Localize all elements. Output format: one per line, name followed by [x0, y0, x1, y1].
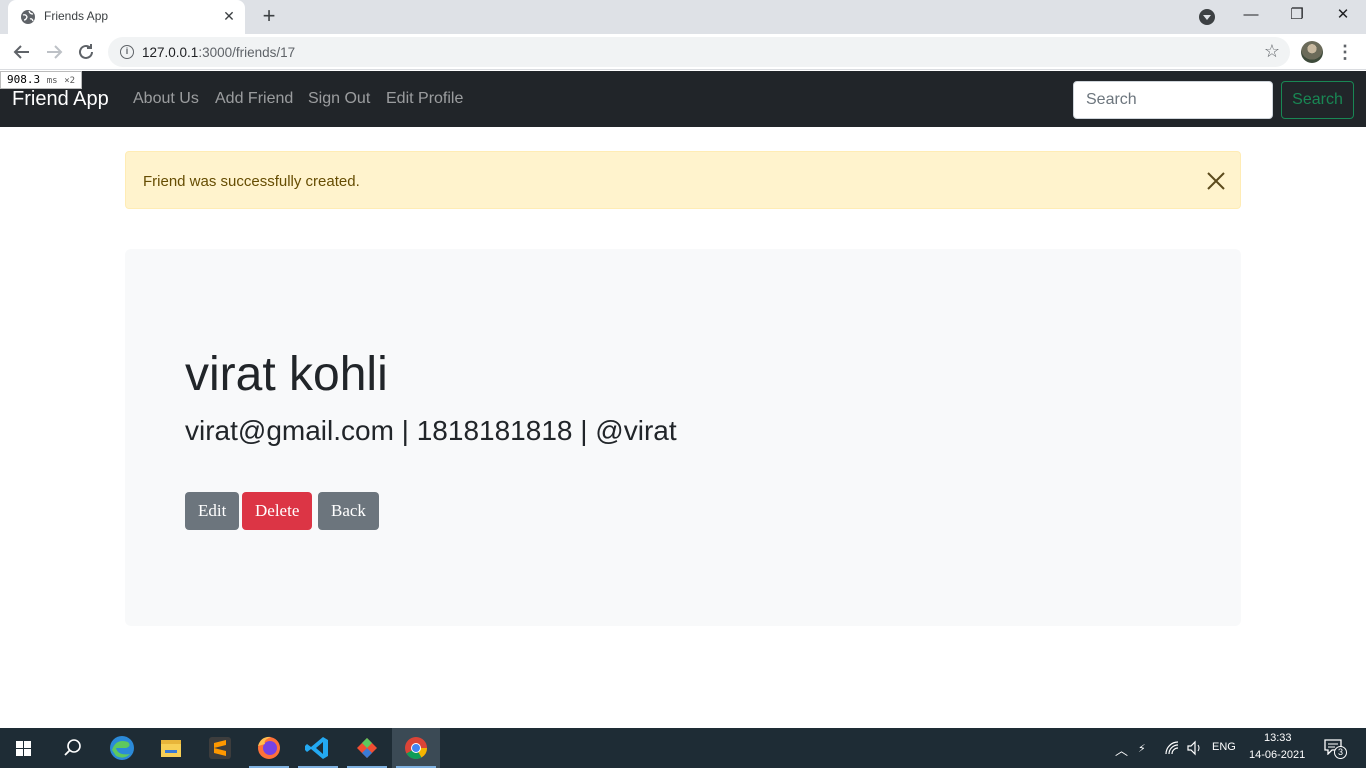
alert-message: Friend was successfully created.	[143, 173, 360, 190]
bookmark-star-icon[interactable]: ☆	[1264, 41, 1280, 62]
navbar-brand[interactable]: Friend App	[12, 88, 109, 111]
language-indicator[interactable]: ENG	[1212, 741, 1236, 753]
volume-icon[interactable]	[1186, 740, 1204, 756]
site-info-icon[interactable]: i	[120, 45, 134, 59]
friend-contact-details: virat@gmail.com | 1818181818 | @virat	[185, 415, 677, 446]
browser-menu-icon[interactable]: ⋮	[1336, 40, 1354, 64]
wifi-icon[interactable]	[1164, 740, 1180, 756]
forward-arrow-icon[interactable]	[42, 40, 66, 64]
nav-link-sign-out[interactable]: Sign Out	[308, 90, 370, 108]
firefox-icon[interactable]	[245, 728, 293, 768]
search-input[interactable]	[1073, 81, 1273, 119]
friend-name: virat kohli	[185, 348, 388, 401]
browser-toolbar: i 127.0.0.1:3000/friends/17 ☆ ⋮	[0, 34, 1366, 70]
vscode-icon[interactable]	[294, 728, 342, 768]
restore-button[interactable]: ❐	[1274, 0, 1320, 32]
friend-detail-card: virat kohli virat@gmail.com | 1818181818…	[125, 249, 1241, 626]
render-timing-badge: 908.3 ms ×2	[0, 71, 83, 89]
app-navbar: Friend App About Us Add Friend Sign Out …	[0, 71, 1366, 127]
svg-text:⚡: ⚡	[1138, 742, 1146, 755]
clock-date[interactable]: 14-06-2021	[1249, 749, 1305, 761]
close-icon[interactable]	[1206, 171, 1226, 191]
new-tab-button[interactable]: +	[258, 5, 280, 28]
profile-avatar[interactable]	[1301, 41, 1323, 63]
notifications-icon[interactable]: 3	[1324, 739, 1347, 759]
file-explorer-icon[interactable]	[147, 728, 195, 768]
chrome-icon[interactable]	[392, 728, 440, 768]
success-alert: Friend was successfully created.	[125, 151, 1241, 209]
search-icon[interactable]	[48, 728, 96, 768]
edit-button[interactable]: Edit	[185, 492, 240, 530]
back-button[interactable]: Back	[318, 492, 379, 530]
back-arrow-icon[interactable]	[10, 40, 34, 64]
tab-search-dropdown-icon[interactable]	[1199, 9, 1215, 25]
sublime-text-icon[interactable]	[196, 728, 244, 768]
tab-close-icon[interactable]: ✕	[221, 8, 237, 24]
input-method-icon[interactable]: ⚡	[1138, 740, 1156, 756]
windows-taskbar: ︿ ⚡ ENG 13:33 14-06-2021 3	[0, 728, 1366, 768]
globe-icon	[21, 10, 35, 24]
minimize-button[interactable]: —	[1228, 0, 1274, 32]
search-button[interactable]: Search	[1281, 81, 1354, 119]
tray-chevron-up-icon[interactable]: ︿	[1115, 740, 1128, 759]
git-gui-icon[interactable]	[343, 728, 391, 768]
url-text: 127.0.0.1:3000/friends/17	[142, 45, 296, 60]
clock-time[interactable]: 13:33	[1264, 732, 1292, 744]
tab-title: Friends App	[44, 9, 109, 23]
browser-tab[interactable]: Friends App ✕	[8, 0, 245, 34]
edge-browser-icon[interactable]	[98, 728, 146, 768]
notification-count-badge: 3	[1334, 746, 1347, 759]
close-window-button[interactable]: ✕	[1320, 0, 1366, 32]
delete-button[interactable]: Delete	[242, 492, 313, 530]
browser-tab-strip: Friends App ✕ + — ❐ ✕	[0, 0, 1366, 34]
nav-link-edit-profile[interactable]: Edit Profile	[386, 90, 463, 108]
nav-link-add-friend[interactable]: Add Friend	[215, 90, 293, 108]
reload-icon[interactable]	[74, 40, 98, 64]
nav-link-about-us[interactable]: About Us	[133, 90, 199, 108]
address-bar[interactable]: i 127.0.0.1:3000/friends/17 ☆	[108, 37, 1290, 67]
windows-start-icon[interactable]	[0, 728, 48, 768]
